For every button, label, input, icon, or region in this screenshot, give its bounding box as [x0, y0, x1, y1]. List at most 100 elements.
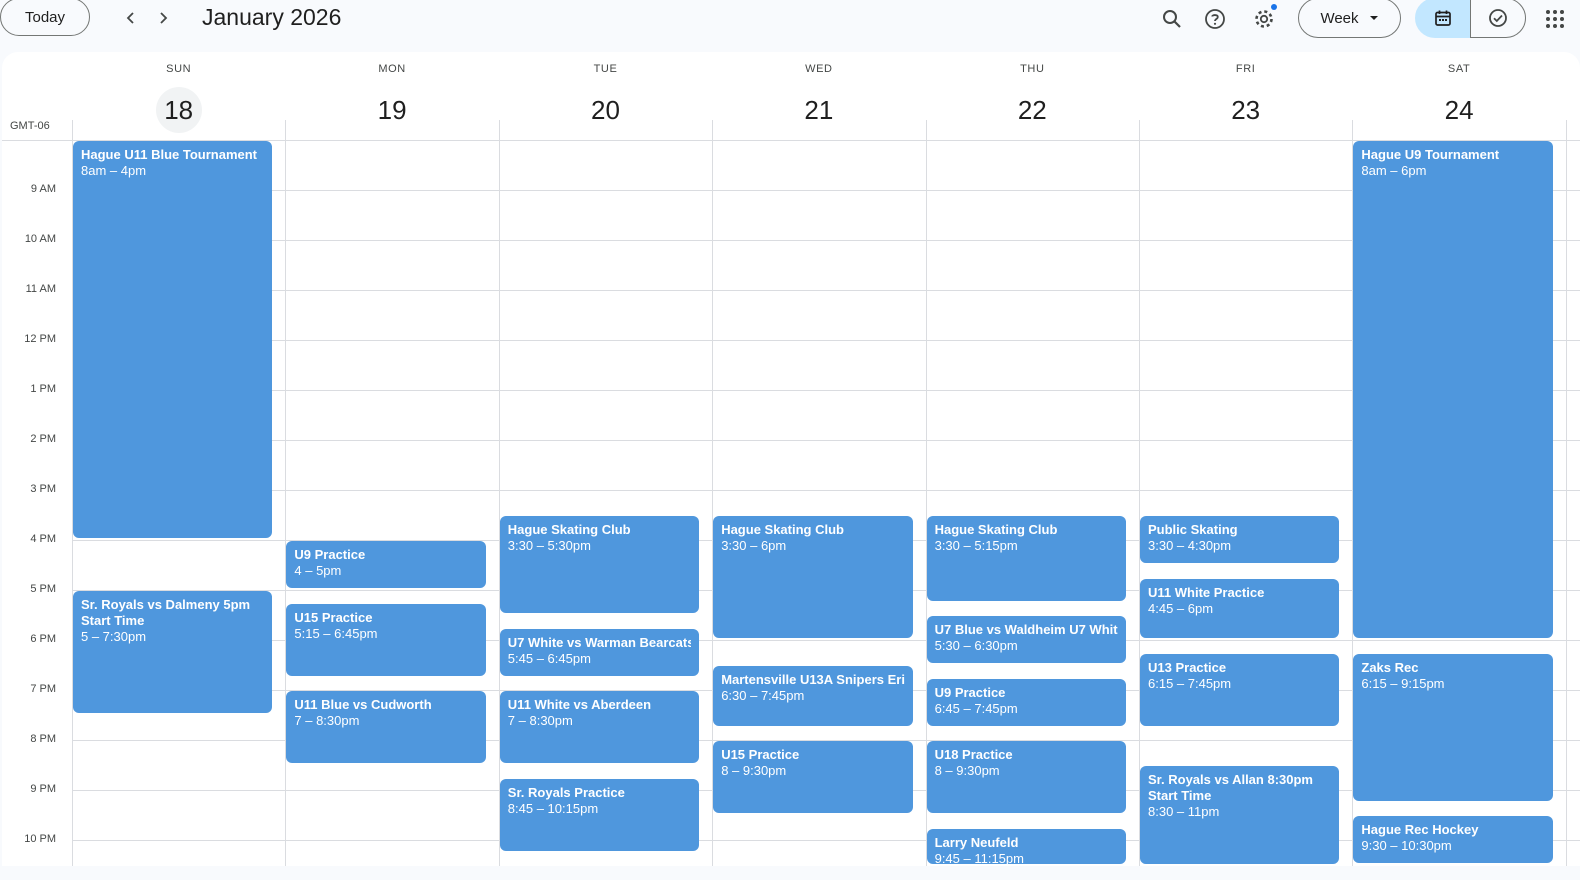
- settings-icon[interactable]: [1249, 4, 1279, 34]
- event-time: 6:45 – 7:45pm: [934, 700, 1018, 716]
- event-time: 9:45 – 11:15pm: [934, 850, 1024, 865]
- event-time: 6:30 – 7:45pm: [721, 688, 805, 703]
- event-title: U9 Practice: [294, 547, 366, 562]
- hour-label: 4 PM: [30, 533, 56, 545]
- event-title: U7 White vs Warman Bearcats U: [507, 634, 692, 650]
- event-title: Larry Neufeld: [934, 834, 1019, 850]
- event-time: 3:30 – 6pm: [721, 538, 787, 553]
- event-title: U9 Practice: [934, 684, 1006, 700]
- event-block[interactable]: Sr. Royals vs Allan 8:30pm Start Time 8:3…: [1140, 766, 1340, 864]
- event-title: U15 Practice: [721, 747, 800, 762]
- event-title: Public Skating: [1148, 522, 1238, 537]
- event-title: U11 White vs Aberdeen: [507, 697, 652, 712]
- timezone-label: GMT-06: [10, 120, 50, 132]
- event-block[interactable]: U9 Practice 4 – 5pm: [286, 541, 486, 588]
- event-block[interactable]: Hague U11 Blue Tournament 8am – 4pm: [73, 141, 273, 538]
- event-title: Zaks Rec: [1361, 659, 1419, 675]
- event-block[interactable]: U15 Practice 5:15 – 6:45pm: [286, 603, 486, 676]
- view-selector-button[interactable]: Week: [1298, 0, 1401, 38]
- event-time: 5:15 – 6:45pm: [294, 625, 378, 641]
- event-time: 7 – 8:30pm: [294, 713, 360, 728]
- event-block[interactable]: Hague U9 Tournament 8am – 6pm: [1353, 141, 1553, 638]
- event-time: 4 – 5pm: [294, 563, 342, 578]
- event-title: Sr. Royals vs Dalmeny 5pm Start Time: [81, 597, 251, 628]
- day-of-week-label: FRI: [1235, 63, 1256, 75]
- event-block[interactable]: U11 White Practice 4:45 – 6pm: [1140, 578, 1340, 638]
- calendar-view-toggle[interactable]: [1415, 0, 1471, 38]
- event-title: U18 Practice: [934, 747, 1013, 762]
- event-block[interactable]: U15 Practice 8 – 9:30pm: [713, 741, 913, 813]
- search-icon[interactable]: [1157, 4, 1187, 34]
- hour-label: 9 AM: [30, 183, 56, 195]
- event-time: 6:15 – 9:15pm: [1361, 675, 1445, 691]
- event-time: 8:45 – 10:15pm: [507, 800, 599, 816]
- event-block[interactable]: Zaks Rec 6:15 – 9:15pm: [1353, 653, 1553, 801]
- day-number[interactable]: 21: [796, 87, 842, 133]
- view-label: Week: [1320, 9, 1359, 27]
- hour-label: 6 PM: [30, 633, 56, 645]
- event-time: 3:30 – 5:15pm: [934, 538, 1018, 553]
- hour-label: 12 PM: [24, 333, 56, 345]
- tasks-view-toggle[interactable]: [1470, 0, 1526, 38]
- day-column-divider: [1139, 120, 1140, 866]
- hour-label: 5 PM: [30, 583, 56, 595]
- event-title: U7 Blue vs Waldheim U7 White P: [934, 622, 1118, 637]
- hour-label: 8 PM: [30, 733, 56, 745]
- event-block[interactable]: Hague Rec Hockey 9:30 – 10:30pm: [1353, 816, 1553, 863]
- event-block[interactable]: U11 Blue vs Cudworth 7 – 8:30pm: [286, 691, 486, 763]
- event-title: Hague Skating Club: [507, 522, 631, 537]
- event-block[interactable]: U11 White vs Aberdeen 7 – 8:30pm: [499, 691, 700, 763]
- chevron-right-icon[interactable]: [149, 4, 177, 32]
- event-title: Hague Skating Club: [934, 522, 1058, 537]
- page-title: January 2026: [202, 4, 342, 30]
- chevron-left-icon[interactable]: [117, 4, 145, 32]
- event-time: 3:30 – 4:30pm: [1148, 538, 1232, 553]
- today-button[interactable]: Today: [0, 0, 90, 36]
- day-of-week-label: SUN: [166, 63, 192, 75]
- hour-label: 1 PM: [30, 383, 56, 395]
- event-block[interactable]: U7 White vs Warman Bearcats U 5:45 – 6:45…: [499, 628, 700, 676]
- hour-label: 10 AM: [24, 233, 56, 245]
- day-number[interactable]: 22: [1009, 87, 1055, 133]
- day-number[interactable]: 20: [582, 87, 628, 133]
- apps-icon[interactable]: [1546, 10, 1564, 28]
- event-block[interactable]: Hague Skating Club 3:30 – 5:30pm: [499, 516, 700, 613]
- event-time: 8am – 4pm: [81, 163, 147, 178]
- day-number[interactable]: 18: [155, 87, 202, 133]
- event-block[interactable]: Martensville U13A Snipers Erin 6:30 – 7:4…: [713, 666, 913, 726]
- event-block[interactable]: Sr. Royals Practice 8:45 – 10:15pm: [499, 778, 700, 851]
- day-of-week-label: SAT: [1447, 63, 1471, 75]
- event-time: 6:15 – 7:45pm: [1148, 675, 1232, 691]
- event-time: 9:30 – 10:30pm: [1361, 838, 1452, 853]
- event-block[interactable]: U13 Practice 6:15 – 7:45pm: [1140, 653, 1340, 726]
- event-block[interactable]: Hague Skating Club 3:30 – 5:15pm: [926, 516, 1126, 601]
- event-time: 8 – 9:30pm: [721, 763, 787, 778]
- event-title: Hague Rec Hockey: [1361, 822, 1479, 837]
- event-time: 5 – 7:30pm: [81, 629, 147, 644]
- event-title: U11 Blue vs Cudworth: [294, 697, 432, 712]
- hour-label: 11 AM: [25, 283, 56, 295]
- event-title: Martensville U13A Snipers Erin: [721, 672, 905, 687]
- event-block[interactable]: Larry Neufeld 9:45 – 11:15pm: [926, 828, 1126, 865]
- event-title: Hague U11 Blue Tournament: [81, 147, 258, 162]
- event-block[interactable]: U9 Practice 6:45 – 7:45pm: [926, 678, 1126, 726]
- event-block[interactable]: U7 Blue vs Waldheim U7 White P 5:30 – 6:3…: [926, 616, 1126, 663]
- event-block[interactable]: Public Skating 3:30 – 4:30pm: [1140, 516, 1340, 563]
- day-number[interactable]: 24: [1436, 87, 1482, 133]
- event-block[interactable]: Hague Skating Club 3:30 – 6pm: [713, 516, 913, 638]
- event-time: 7 – 8:30pm: [507, 713, 573, 728]
- event-title: Sr. Royals vs Allan 8:30pm Start Time: [1148, 772, 1313, 803]
- event-block[interactable]: Sr. Royals vs Dalmeny 5pm Start Time 5 – …: [73, 591, 273, 713]
- event-time: 8 – 9:30pm: [934, 763, 1000, 778]
- day-of-week-label: WED: [805, 63, 833, 75]
- help-icon[interactable]: [1200, 4, 1230, 34]
- day-of-week-label: MON: [378, 63, 406, 75]
- day-number[interactable]: 19: [369, 87, 415, 133]
- tasks-icon: [1489, 9, 1507, 27]
- event-title: Hague Skating Club: [721, 522, 844, 537]
- day-number[interactable]: 23: [1223, 87, 1269, 133]
- day-of-week-label: THU: [1020, 63, 1045, 75]
- hour-label: 10 PM: [24, 833, 56, 845]
- event-block[interactable]: U18 Practice 8 – 9:30pm: [926, 741, 1126, 813]
- event-time: 5:45 – 6:45pm: [507, 650, 591, 666]
